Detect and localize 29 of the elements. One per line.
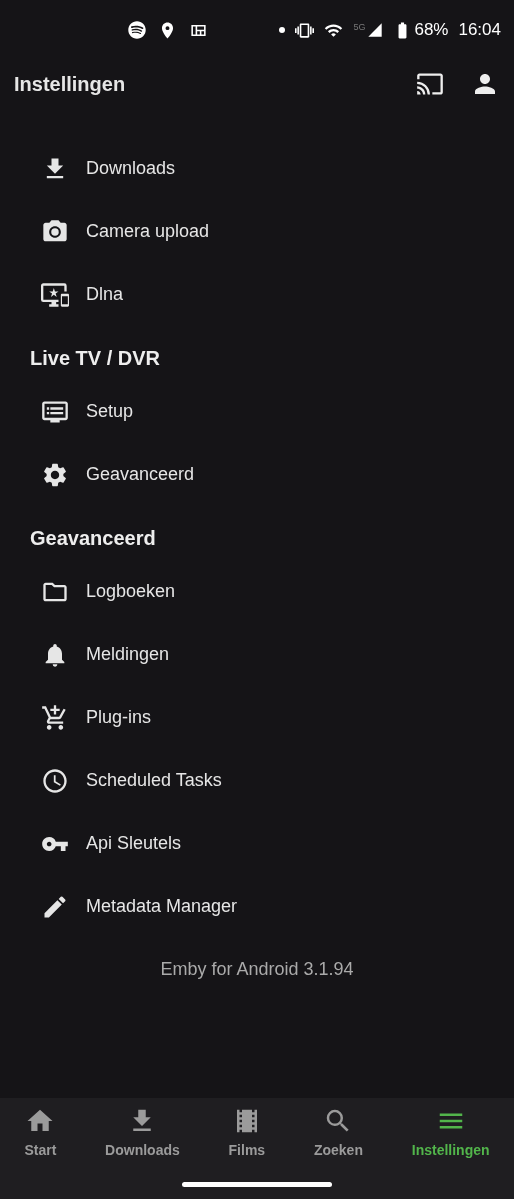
battery-percentage: 68% xyxy=(414,20,449,40)
settings-item[interactable]: Dlna xyxy=(86,284,124,305)
clock-icon xyxy=(41,766,69,795)
settings-item[interactable]: Meldingen xyxy=(86,644,170,665)
settings-item[interactable]: Logboeken xyxy=(86,581,176,602)
settings-item[interactable]: Downloads xyxy=(86,158,176,179)
clock-time: 16:04 xyxy=(458,20,501,40)
nav-tab[interactable]: Downloads xyxy=(101,1106,184,1158)
spotify-icon xyxy=(128,21,146,39)
vibrate-icon xyxy=(295,20,315,40)
settings-item[interactable]: Geavanceerd xyxy=(86,464,195,485)
page-title: Instellingen xyxy=(14,72,127,96)
settings-item[interactable]: Plug-ins xyxy=(86,707,152,728)
nav-tab[interactable]: Films xyxy=(224,1106,270,1158)
settings-item[interactable]: Api Sleutels xyxy=(86,833,182,854)
version-text: Emby for Android 3.1.94 xyxy=(160,959,354,980)
section-header: Live TV / DVR xyxy=(30,347,161,369)
section-header: Geavanceerd xyxy=(30,527,156,549)
signal-icon xyxy=(367,22,384,38)
nav-tab[interactable]: Zoeken xyxy=(309,1106,367,1158)
network-type: 5G xyxy=(353,22,366,32)
settings-item[interactable]: Metadata Manager xyxy=(86,896,238,917)
notification-dot-icon xyxy=(279,27,286,33)
devices-icon xyxy=(41,280,69,309)
settings-item[interactable]: Setup xyxy=(86,401,134,422)
settings-item[interactable]: Scheduled Tasks xyxy=(86,770,222,791)
nav-tab[interactable]: Start xyxy=(20,1106,61,1158)
settings-item[interactable]: Camera upload xyxy=(86,221,210,242)
nav-tab[interactable]: Instellingen xyxy=(407,1106,494,1158)
